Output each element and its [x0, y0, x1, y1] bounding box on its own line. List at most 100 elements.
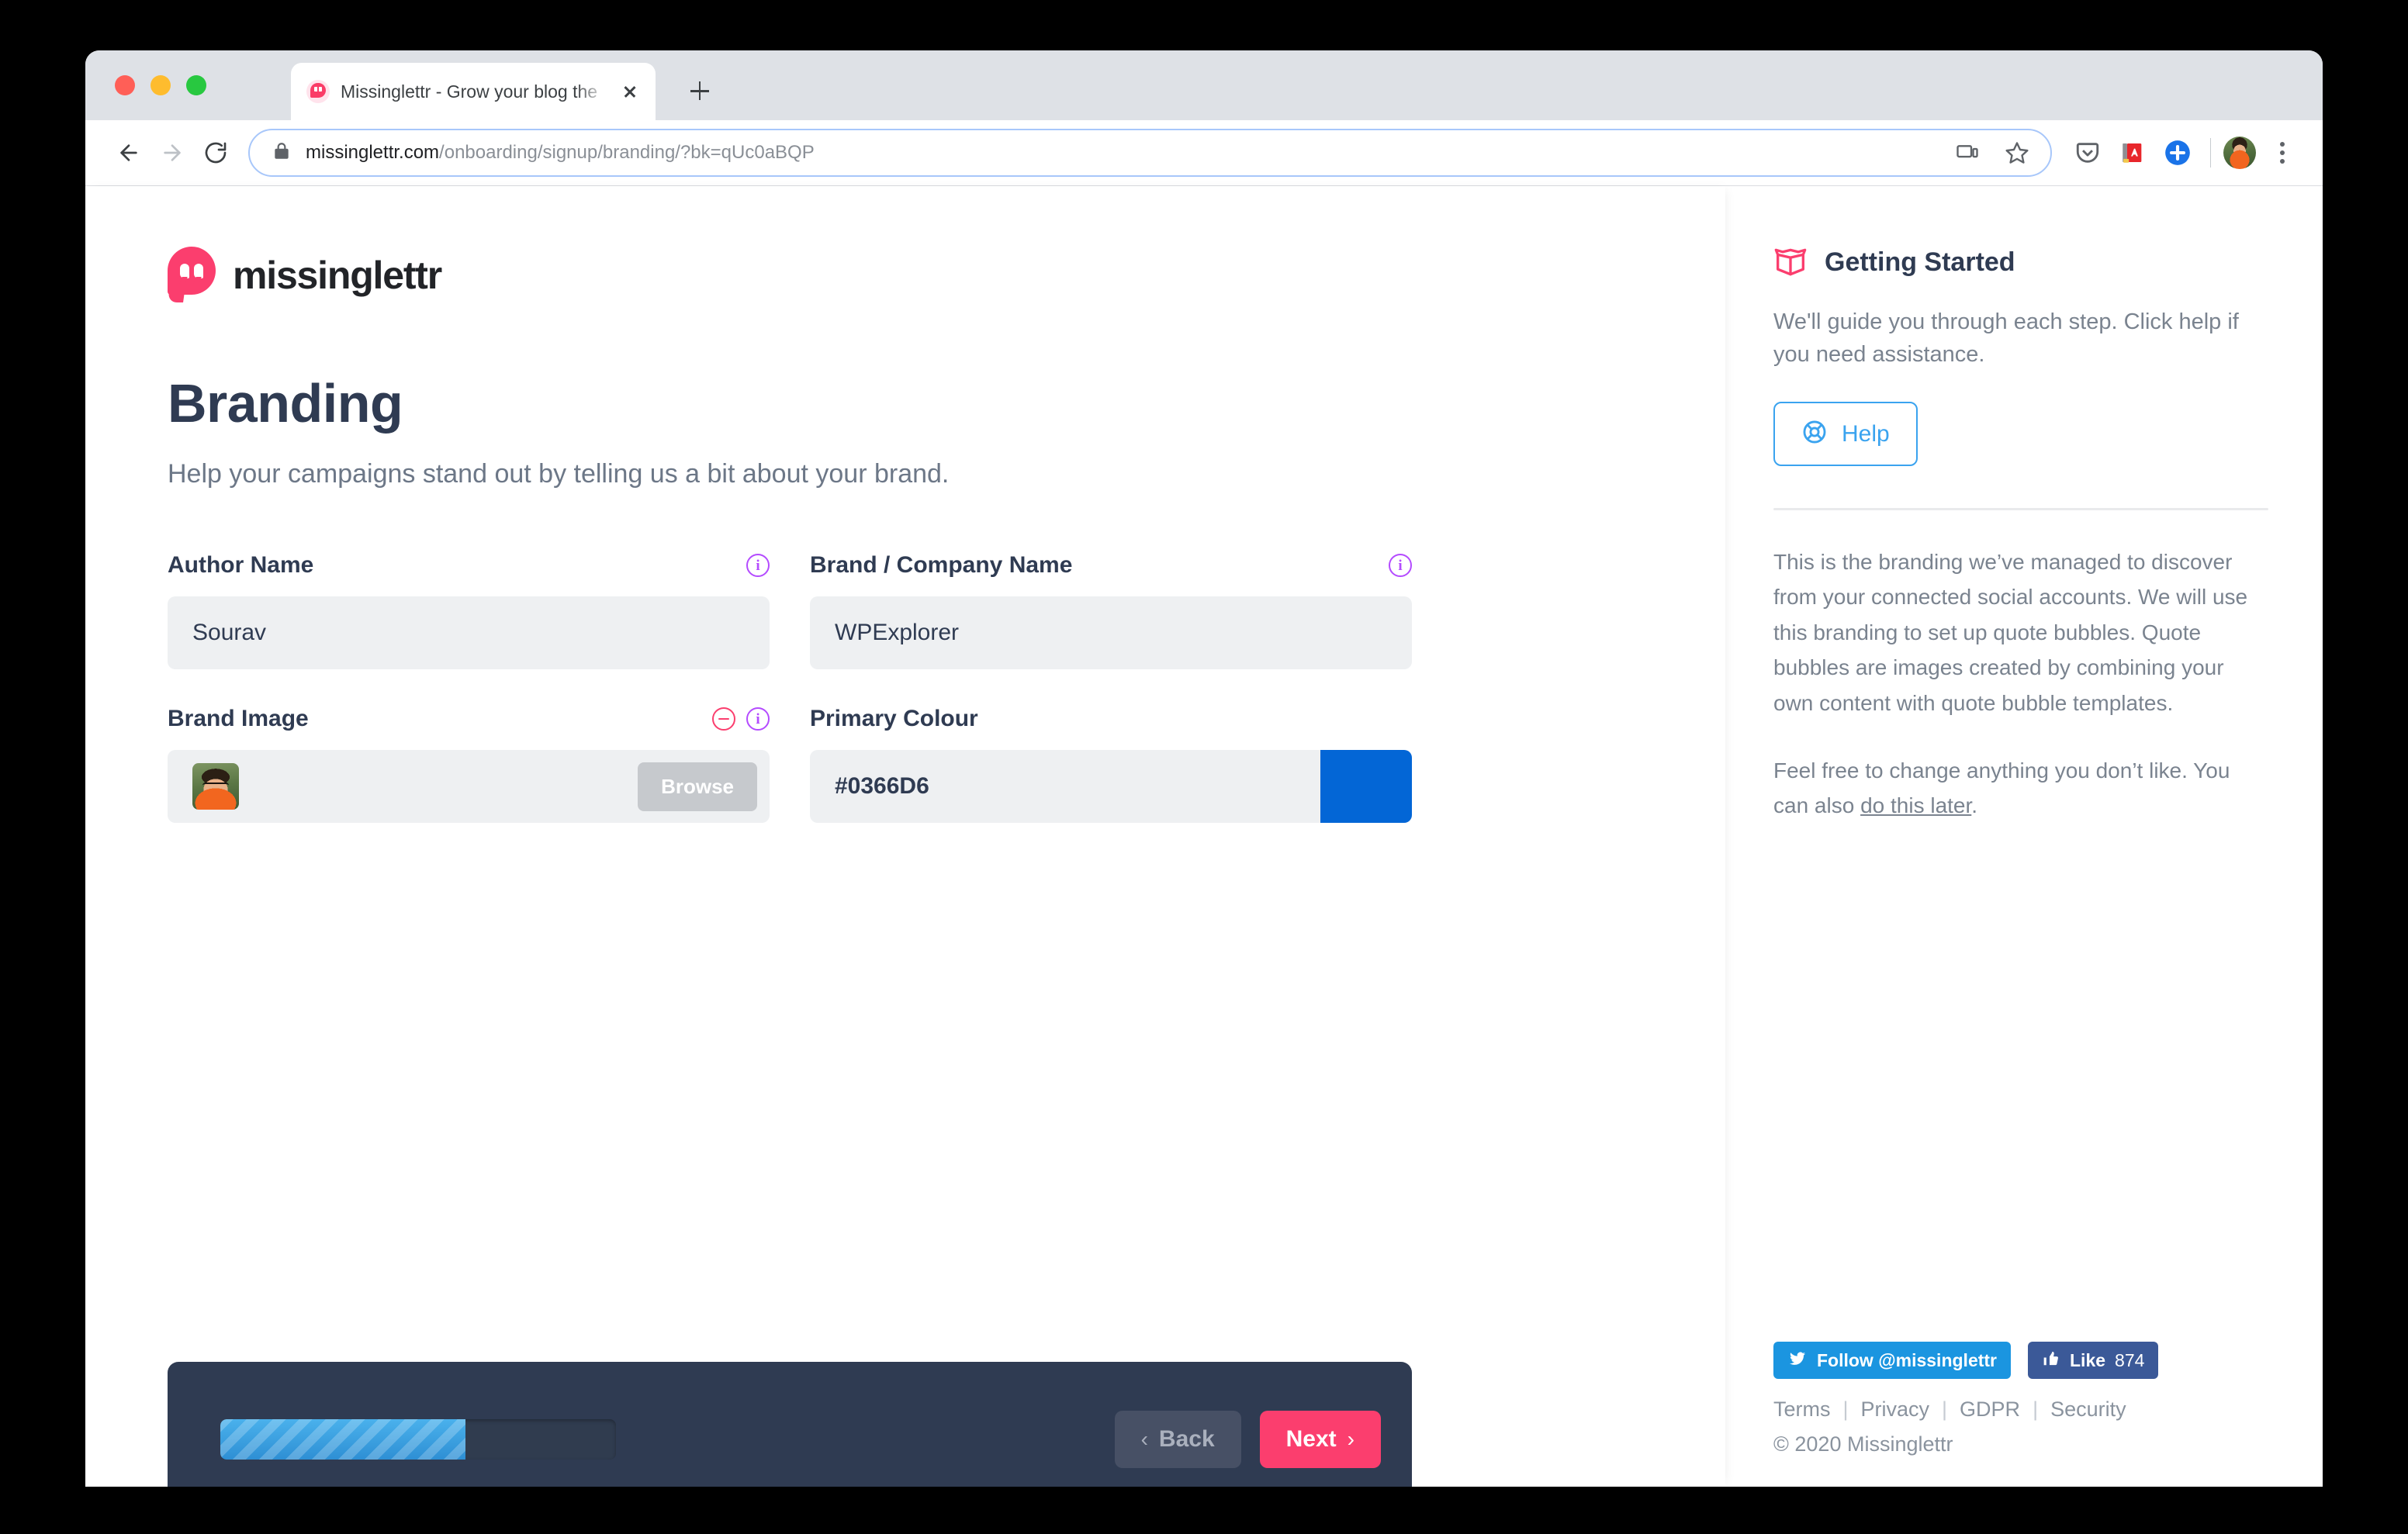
- missinglettr-favicon-icon: [306, 80, 330, 103]
- facebook-like-button[interactable]: Like 874: [2028, 1342, 2159, 1379]
- legal-link-privacy[interactable]: Privacy: [1861, 1398, 1930, 1422]
- back-button[interactable]: ‹ Back: [1114, 1411, 1241, 1468]
- thumbs-up-icon: [2042, 1350, 2060, 1370]
- sidebar-paragraph-1: This is the branding we’ve managed to di…: [1773, 550, 2248, 715]
- legal-link-gdpr[interactable]: GDPR: [1960, 1398, 2020, 1422]
- copyright-text: © 2020 Missinglettr: [1773, 1432, 1953, 1456]
- pocket-icon[interactable]: [2067, 133, 2108, 173]
- field-label-primary-colour: Primary Colour: [810, 706, 978, 731]
- chevron-left-icon: ‹: [1140, 1427, 1148, 1451]
- page-subtitle: Help your campaigns stand out by telling…: [168, 459, 950, 489]
- star-icon[interactable]: [1999, 135, 2035, 171]
- maximize-window-button[interactable]: [186, 75, 206, 95]
- brand-company-name-input[interactable]: WPExplorer: [810, 596, 1412, 669]
- next-button[interactable]: Next ›: [1259, 1411, 1381, 1468]
- link-separator: |: [1942, 1398, 1948, 1421]
- field-icon-group: i: [712, 707, 770, 731]
- close-window-button[interactable]: [115, 75, 135, 95]
- twitter-follow-button[interactable]: Follow @missinglettr: [1773, 1342, 2011, 1379]
- three-dot-menu-icon[interactable]: [2265, 136, 2299, 170]
- logo-wordmark: missinglettr: [233, 254, 442, 297]
- toolbar-divider: [2210, 138, 2211, 168]
- new-tab-button[interactable]: [683, 74, 717, 108]
- primary-colour-input[interactable]: #0366D6: [810, 750, 1320, 823]
- field-header: Brand Image i: [168, 703, 770, 734]
- minimize-window-button[interactable]: [150, 75, 171, 95]
- remove-icon[interactable]: [712, 707, 735, 731]
- help-button[interactable]: Help: [1773, 402, 1918, 467]
- onboarding-progress-fill: [220, 1419, 466, 1460]
- red-book-extension-icon[interactable]: [2112, 133, 2153, 173]
- field-brand-company-name: Brand / Company Name i WPExplorer: [810, 550, 1412, 669]
- next-button-label: Next: [1285, 1426, 1337, 1452]
- twitter-follow-label: Follow @missinglettr: [1817, 1349, 1997, 1370]
- window-traffic-lights: [115, 75, 206, 95]
- page-content: missinglettr Branding Help your campaign…: [85, 186, 2323, 1487]
- address-bar[interactable]: missinglettr.com/onboarding/signup/brand…: [248, 129, 2052, 177]
- twitter-bird-icon: [1787, 1350, 1808, 1370]
- field-author-name: Author Name i Sourav: [168, 550, 770, 669]
- lifebuoy-icon: [1801, 419, 1828, 449]
- legal-link-security[interactable]: Security: [2050, 1398, 2126, 1422]
- field-label-brand-company-name: Brand / Company Name: [810, 552, 1073, 578]
- field-header: Author Name i: [168, 550, 770, 581]
- sidebar-intro-text: We'll guide you through each step. Click…: [1773, 309, 2239, 368]
- browser-window: Missinglettr - Grow your blog the missin…: [85, 50, 2323, 1487]
- wizard-footer-bar: ‹ Back Next ›: [168, 1362, 1412, 1487]
- primary-colour-swatch[interactable]: [1320, 750, 1412, 823]
- legal-links: Terms | Privacy | GDPR | Security: [1773, 1398, 2268, 1422]
- field-label-brand-image: Brand Image: [168, 706, 309, 731]
- social-buttons-row: Follow @missinglettr Like 874: [1773, 1342, 2268, 1379]
- field-primary-colour: Primary Colour #0366D6: [810, 703, 1412, 823]
- open-box-icon: [1773, 247, 1808, 278]
- lock-icon: [272, 141, 292, 165]
- avatar[interactable]: [2223, 136, 2256, 169]
- author-name-input[interactable]: Sourav: [168, 596, 770, 669]
- field-label-author-name: Author Name: [168, 552, 314, 578]
- reload-icon[interactable]: [194, 131, 237, 174]
- tab-strip: Missinglettr - Grow your blog the: [85, 50, 2323, 120]
- browse-button[interactable]: Browse: [638, 762, 757, 811]
- primary-colour-row: #0366D6: [810, 750, 1412, 823]
- field-icon-group: i: [746, 554, 770, 577]
- back-button-label: Back: [1158, 1426, 1215, 1452]
- speech-bubble-logo-icon: [168, 247, 216, 304]
- cast-icon[interactable]: [1950, 135, 1985, 171]
- blue-plus-circle-icon[interactable]: [2157, 133, 2198, 173]
- info-icon[interactable]: i: [1389, 554, 1412, 577]
- branding-form: Author Name i Sourav Brand / Company Nam…: [168, 550, 1412, 823]
- info-icon[interactable]: i: [746, 707, 770, 731]
- facebook-like-label: Like: [2070, 1349, 2106, 1370]
- getting-started-sidebar: Getting Started We'll guide you through …: [1725, 186, 2323, 1486]
- link-separator: |: [1842, 1398, 1849, 1421]
- chevron-right-icon: ›: [1347, 1427, 1354, 1451]
- close-icon[interactable]: [618, 80, 642, 103]
- sidebar-footer: Follow @missinglettr Like 874 Terms | Pr…: [1773, 1342, 2268, 1486]
- field-header: Brand / Company Name i: [810, 550, 1412, 581]
- field-icon-group: i: [1389, 554, 1412, 577]
- field-brand-image: Brand Image i Browse: [168, 703, 770, 823]
- page-title: Branding: [168, 373, 403, 434]
- missinglettr-logo[interactable]: missinglettr: [168, 247, 1725, 304]
- back-arrow-icon[interactable]: [107, 131, 150, 174]
- main-column: missinglettr Branding Help your campaign…: [85, 186, 1725, 1487]
- url-host: missinglettr.com: [306, 142, 440, 163]
- do-this-later-link[interactable]: do this later: [1860, 793, 1971, 817]
- sidebar-divider: [1773, 508, 2268, 511]
- wizard-actions: ‹ Back Next ›: [1114, 1411, 1381, 1468]
- sidebar-paragraph-2-tail: .: [1971, 793, 1978, 818]
- url-path: /onboarding/signup/branding/?bk=qUc0aBQP: [439, 142, 815, 163]
- forward-arrow-icon[interactable]: [150, 131, 194, 174]
- browser-tab-title: Missinglettr - Grow your blog the: [341, 81, 598, 102]
- address-bar-url: missinglettr.com/onboarding/signup/brand…: [306, 142, 1936, 164]
- brand-image-input[interactable]: Browse: [168, 750, 770, 823]
- link-separator: |: [2033, 1398, 2039, 1421]
- sidebar-header: Getting Started: [1773, 247, 2268, 278]
- info-icon[interactable]: i: [746, 554, 770, 577]
- browser-tab[interactable]: Missinglettr - Grow your blog the: [291, 63, 656, 120]
- browser-toolbar: missinglettr.com/onboarding/signup/brand…: [85, 120, 2323, 186]
- help-button-label: Help: [1842, 420, 1890, 447]
- brand-image-thumbnail: [192, 763, 239, 810]
- legal-link-terms[interactable]: Terms: [1773, 1398, 1831, 1422]
- sidebar-title: Getting Started: [1825, 247, 2015, 277]
